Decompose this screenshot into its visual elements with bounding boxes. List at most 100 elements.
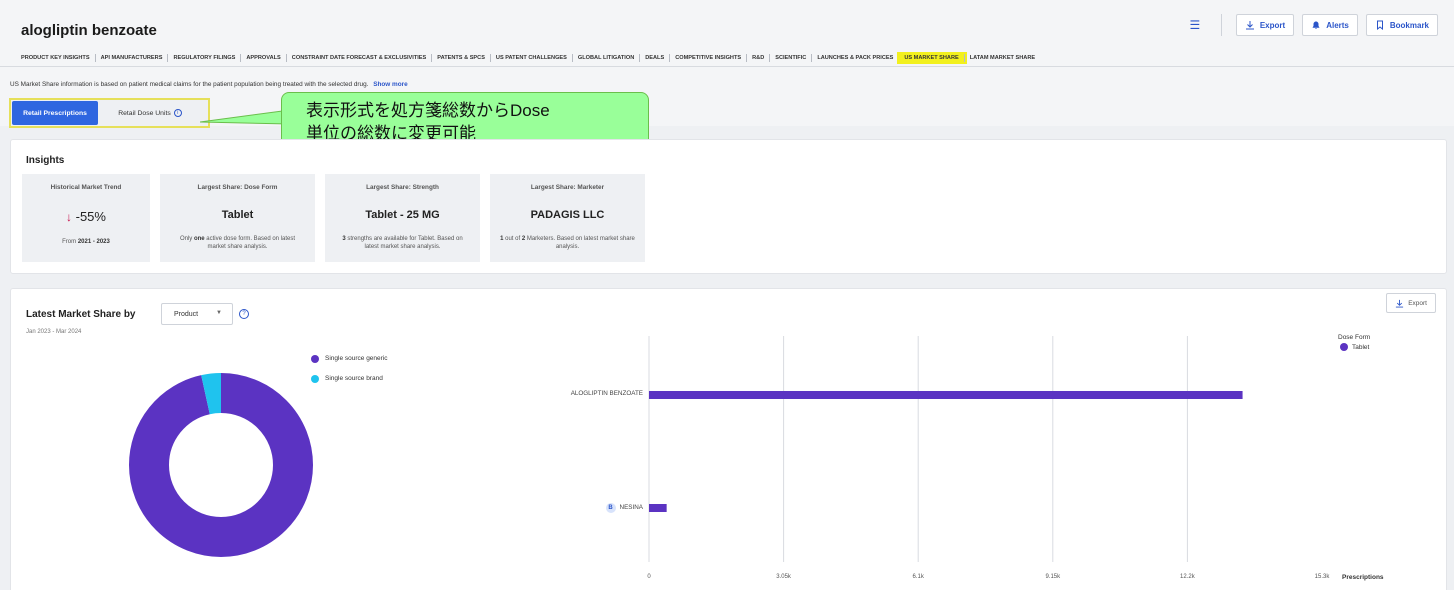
- x-tick-label: 9.15k: [1045, 574, 1061, 580]
- tab-rnd[interactable]: R&D: [747, 54, 771, 62]
- date-range: Jan 2023 - Mar 2024: [26, 329, 82, 335]
- bar-category-label: ALOGLIPTIN BENZOATE: [571, 390, 643, 397]
- insight-tiles: Historical Market Trend ↓ -55% From 2021…: [22, 174, 645, 262]
- tile-description: Only one active dose form. Based on late…: [179, 236, 296, 250]
- legend-swatch: [311, 354, 319, 363]
- dose-form-legend-title: Dose Form: [1338, 334, 1371, 341]
- tab-latam-market-share[interactable]: LATAM MARKET SHARE: [965, 54, 1040, 62]
- tab-constraint-date[interactable]: CONSTRAINT DATE FORECAST & EXCLUSIVITIES: [287, 54, 433, 62]
- category-name: NESINA: [619, 504, 643, 511]
- chevron-down-icon: ▼: [216, 310, 222, 316]
- callout-pointer: [200, 109, 290, 125]
- category-name: ALOGLIPTIN BENZOATE: [570, 390, 643, 397]
- bar-alogliptin-benzoate[interactable]: [649, 391, 1243, 399]
- insight-tile-marketer: Largest Share: Marketer PADAGIS LLC 1 ou…: [490, 174, 645, 262]
- tile-description: From 2021 - 2023: [62, 239, 110, 245]
- legend-swatch: [1340, 343, 1348, 351]
- trend-value: -55%: [75, 209, 106, 224]
- tab-scientific[interactable]: SCIENTIFIC: [770, 54, 813, 62]
- insights-title: Insights: [26, 155, 65, 166]
- legend-item-tablet[interactable]: Tablet: [1338, 343, 1370, 351]
- download-icon: [1396, 299, 1404, 308]
- callout-line-1: 表示形式を処方箋総数からDose: [306, 101, 550, 120]
- donut-legend: Single source generic Single source bran…: [311, 353, 388, 393]
- info-sentence: US Market Share information is based on …: [10, 81, 369, 88]
- tab-competitive-insights[interactable]: COMPETITIVE INSIGHTS: [670, 54, 748, 62]
- tile-value: Tablet - 25 MG: [365, 209, 440, 221]
- info-text: US Market Share information is based on …: [10, 81, 408, 88]
- bar-chart: 0 3.05k 6.1k 9.15k 12.2k 15.3k ALOGLIPTIN BENZ…: [551, 336, 1384, 586]
- x-tick-label: 3.05k: [776, 574, 791, 580]
- tabs-divider: [0, 66, 1454, 67]
- list-view-icon[interactable]: ☰: [1183, 14, 1207, 36]
- legend-item-generic[interactable]: Single source generic: [311, 353, 388, 364]
- retail-dose-units-button[interactable]: Retail Dose Units i: [98, 101, 202, 125]
- alerts-label: Alerts: [1326, 20, 1349, 30]
- bar-category-label: B NESINA: [605, 503, 643, 513]
- group-by-value: Product: [174, 310, 199, 318]
- tile-value: Tablet: [221, 209, 254, 221]
- tab-approvals[interactable]: APPROVALS: [241, 54, 287, 62]
- alerts-button[interactable]: Alerts: [1302, 14, 1358, 36]
- market-share-title: Latest Market Share by: [26, 309, 136, 320]
- market-share-card: Latest Market Share by Product ▼ ? Jan 2…: [10, 288, 1447, 590]
- tab-us-market-share[interactable]: US MARKET SHARE: [897, 52, 967, 64]
- tab-global-litigation[interactable]: GLOBAL LITIGATION: [573, 54, 641, 62]
- bookmark-button[interactable]: Bookmark: [1365, 14, 1438, 36]
- insight-tile-market-trend: Historical Market Trend ↓ -55% From 2021…: [22, 174, 150, 262]
- chart-export-button[interactable]: Export: [1386, 293, 1436, 313]
- tab-deals[interactable]: DEALS: [640, 54, 671, 62]
- data-mode-toggle: Retail Prescriptions Retail Dose Units i: [9, 98, 210, 128]
- tile-heading: Largest Share: Strength: [366, 184, 439, 191]
- help-icon[interactable]: ?: [239, 309, 249, 319]
- retail-dose-units-label: Retail Dose Units: [118, 109, 171, 117]
- export-label: Export: [1408, 299, 1427, 307]
- tile-heading: Largest Share: Dose Form: [197, 184, 278, 191]
- tab-launches-pack-prices[interactable]: LAUNCHES & PACK PRICES: [812, 54, 900, 62]
- x-tick-label: 6.1k: [912, 574, 924, 580]
- show-more-link[interactable]: Show more: [373, 81, 407, 88]
- group-by-select[interactable]: Product ▼: [161, 303, 233, 325]
- bell-icon: [1312, 21, 1320, 29]
- insight-tile-strength: Largest Share: Strength Tablet - 25 MG 3…: [325, 174, 480, 262]
- bookmark-label: Bookmark: [1389, 20, 1429, 30]
- legend-label: Tablet: [1352, 343, 1370, 351]
- tile-value: ↓ -55%: [22, 209, 150, 224]
- legend-label: Single source brand: [325, 375, 383, 382]
- tile-description: 3 strengths are available for Tablet. Ba…: [342, 236, 463, 250]
- drug-title: alogliptin benzoate: [21, 22, 157, 39]
- tile-heading: Historical Market Trend: [50, 184, 122, 191]
- tile-heading: Largest Share: Marketer: [530, 184, 605, 191]
- insight-tile-dose-form: Largest Share: Dose Form Tablet Only one…: [160, 174, 315, 262]
- retail-prescriptions-button[interactable]: Retail Prescriptions: [12, 101, 98, 125]
- legend-item-brand[interactable]: Single source brand: [311, 373, 388, 384]
- bar-nesina[interactable]: [649, 504, 667, 512]
- tile-value: PADAGIS LLC: [530, 209, 605, 221]
- divider: [1220, 14, 1222, 36]
- export-button[interactable]: Export: [1235, 14, 1295, 36]
- tab-api-manufacturers[interactable]: API MANUFACTURERS: [96, 54, 169, 62]
- down-arrow-icon: ↓: [66, 210, 72, 224]
- tab-patents-spcs[interactable]: PATENTS & SPCS: [432, 54, 491, 62]
- legend-label: Single source generic: [325, 355, 388, 362]
- tab-regulatory-filings[interactable]: REGULATORY FILINGS: [168, 54, 242, 62]
- donut-chart: [129, 373, 313, 557]
- nav-tabs: PRODUCT KEY INSIGHTS API MANUFACTURERS R…: [21, 52, 1040, 64]
- insights-card: Insights Historical Market Trend ↓ -55% …: [10, 139, 1447, 274]
- dose-form-legend: Dose Form Tablet: [1338, 334, 1370, 351]
- tab-product-key-insights[interactable]: PRODUCT KEY INSIGHTS: [21, 54, 96, 62]
- download-icon: [1245, 21, 1254, 30]
- tile-description: 1 out of 2 Marketers. Based on latest ma…: [500, 236, 635, 250]
- x-axis-title: Prescriptions: [1342, 574, 1384, 581]
- bookmark-icon: [1376, 20, 1383, 30]
- x-tick-label: 12.2k: [1180, 574, 1195, 580]
- tab-us-patent-challenges[interactable]: US PATENT CHALLENGES: [491, 54, 573, 62]
- export-label: Export: [1259, 20, 1286, 30]
- info-icon[interactable]: i: [173, 109, 182, 117]
- x-tick-label: 0: [647, 574, 651, 580]
- header-actions: ☰ Export Alerts Bookmark: [1183, 14, 1438, 36]
- bar-chart-svg: [648, 336, 1243, 562]
- donut-slice-generic[interactable]: [129, 373, 313, 557]
- x-tick-label: 15.3k: [1314, 574, 1330, 580]
- brand-badge: B: [605, 503, 616, 513]
